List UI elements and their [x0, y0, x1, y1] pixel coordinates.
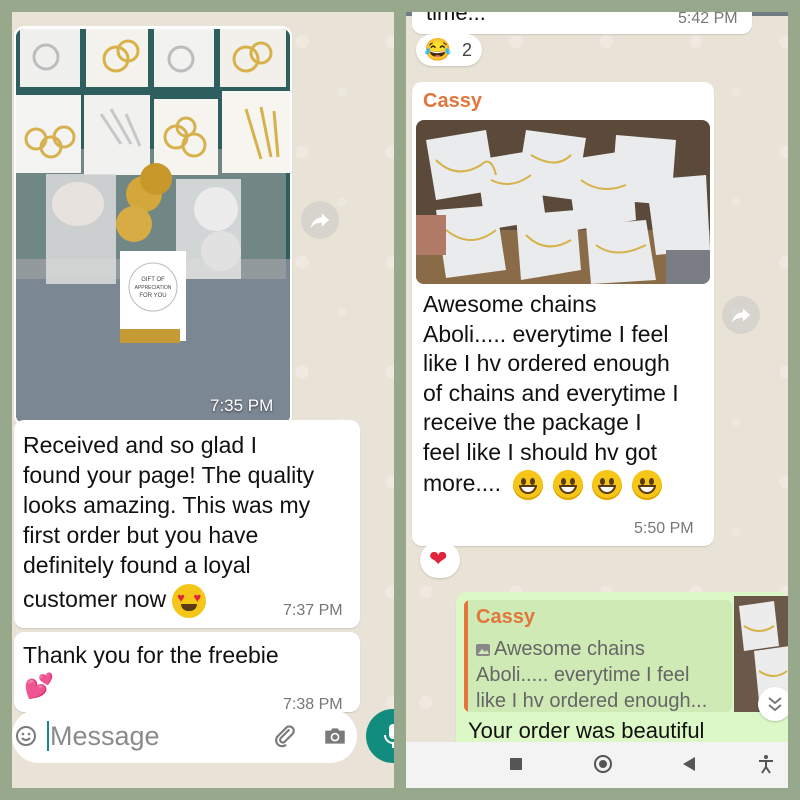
message-last-line: more....: [423, 469, 713, 500]
back-icon[interactable]: [682, 756, 696, 772]
photo-icon: [476, 643, 490, 656]
message-text: time...: [426, 12, 486, 25]
voice-message-button[interactable]: [366, 709, 394, 763]
paperclip-icon[interactable]: [272, 723, 298, 749]
message-input[interactable]: Message: [50, 721, 160, 752]
quoted-sender-name: Cassy: [476, 606, 535, 628]
grinning-emoji-icon: [552, 469, 583, 500]
chains-photo[interactable]: [416, 120, 710, 284]
message-text: Awesome chains Aboli..... everytime I fe…: [423, 290, 713, 500]
message-line: more....: [423, 470, 501, 496]
photo-timestamp: 7:35 PM: [210, 396, 274, 415]
message-line: Awesome chains: [423, 291, 597, 317]
message-text: Received and so glad I found your page! …: [23, 430, 357, 618]
message-timestamp: 7:37 PM: [283, 602, 343, 619]
forward-button[interactable]: [722, 296, 760, 334]
text-cursor: [47, 721, 49, 751]
quote-accent-bar: [464, 600, 468, 712]
message-timestamp: 5:42 PM: [678, 12, 738, 27]
photo-message-bubble[interactable]: GIFT OF APPRECIATION FOR YOU 7:35 PM: [14, 26, 292, 426]
message-line: found your page! The quality: [23, 462, 315, 488]
message-line: of chains and everytime I: [423, 379, 679, 406]
svg-text:FOR YOU: FOR YOU: [139, 293, 166, 299]
left-chat-panel: GIFT OF APPRECIATION FOR YOU 7:35 PM Rec…: [12, 12, 394, 788]
accessibility-icon[interactable]: [758, 754, 774, 774]
svg-text:GIFT OF: GIFT OF: [141, 277, 165, 283]
message-line: Received and so glad I: [23, 432, 257, 458]
message-bubble-received[interactable]: Thank you for the freebie 💕 7:38 PM: [14, 632, 360, 713]
forward-button[interactable]: [301, 201, 339, 239]
message-bubble-sent[interactable]: Cassy Awesome chains Aboli..... everytim…: [456, 592, 788, 752]
quoted-line: Aboli..... everytime I feel: [476, 664, 690, 686]
message-timestamp: 5:50 PM: [634, 520, 694, 537]
reaction-count: 2: [462, 40, 473, 60]
message-line: looks amazing. This was my: [23, 492, 311, 518]
message-line: like I hv ordered enough: [423, 350, 670, 376]
right-chat-panel: time... 5:42 PM 😂 2 Cassy Awesome chains…: [406, 12, 788, 788]
jewelry-supplies-photo[interactable]: GIFT OF APPRECIATION FOR YOU: [16, 29, 290, 423]
reaction-pill[interactable]: 😂 2: [416, 34, 482, 66]
laughing-tears-emoji-icon: 😂: [424, 37, 452, 62]
svg-text:APPRECIATION: APPRECIATION: [135, 285, 172, 291]
recents-icon[interactable]: [510, 758, 522, 770]
grinning-emoji-icon: [631, 469, 662, 500]
message-line: feel like I should hv got: [423, 438, 657, 465]
emoji-icon[interactable]: [14, 724, 38, 748]
grinning-emoji-icon: [513, 469, 544, 500]
message-line: first order but you have: [23, 522, 259, 548]
quoted-text: Awesome chains Aboli..... everytime I fe…: [476, 636, 707, 712]
scroll-down-button[interactable]: [758, 687, 788, 721]
grinning-emoji-icon: [592, 469, 623, 500]
home-icon[interactable]: [594, 755, 612, 773]
quoted-line: like I hv ordered enough...: [476, 690, 708, 712]
heart-icon: ❤: [429, 546, 448, 571]
message-bubble-received[interactable]: Cassy Awesome chains Aboli..... everytim…: [412, 82, 714, 546]
system-navigation-bar: [406, 742, 788, 788]
quoted-line: Awesome chains: [476, 636, 707, 662]
sender-name: Cassy: [423, 90, 482, 112]
forward-icon: [731, 308, 751, 324]
two-hearts-emoji-icon: 💕: [24, 673, 54, 700]
forward-icon: [310, 213, 330, 229]
quoted-reply[interactable]: Cassy Awesome chains Aboli..... everytim…: [464, 600, 732, 712]
message-bubble-received[interactable]: Received and so glad I found your page! …: [14, 420, 360, 628]
message-bubble-received[interactable]: time... 5:42 PM: [412, 12, 752, 34]
photo-illustration: [416, 120, 710, 284]
message-line: receive the package I: [423, 409, 642, 435]
photo-illustration: GIFT OF APPRECIATION FOR YOU: [16, 29, 290, 423]
message-text: Thank you for the freebie: [23, 642, 279, 668]
message-line: Aboli..... everytime I feel: [423, 320, 669, 347]
camera-icon[interactable]: [322, 723, 348, 749]
microphone-icon: [384, 724, 394, 748]
message-line: customer now: [23, 586, 167, 613]
double-chevron-down-icon: [768, 697, 782, 712]
message-line: definitely found a loyal: [23, 552, 251, 578]
message-input-bar[interactable]: Message: [12, 709, 357, 763]
heart-reaction[interactable]: ❤: [420, 542, 460, 578]
heart-eyes-emoji-icon: ♥ ♥: [172, 584, 207, 618]
